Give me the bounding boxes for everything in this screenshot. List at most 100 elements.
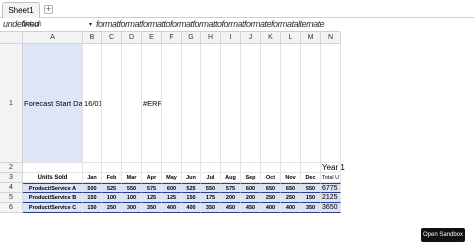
product-value-cell[interactable]: 450 <box>221 203 241 213</box>
product-value-cell[interactable]: 250 <box>281 193 301 203</box>
product-value-cell[interactable]: 400 <box>162 203 182 213</box>
cell-n2[interactable]: Year 1 <box>321 163 345 173</box>
cell-g3[interactable]: Jun <box>182 173 201 183</box>
column-header-c[interactable]: C <box>102 32 122 44</box>
cell-c3[interactable]: Feb <box>102 173 122 183</box>
cell-k3[interactable]: Oct <box>261 173 281 183</box>
row-header[interactable]: 3 <box>0 173 23 183</box>
cell-b1[interactable]: 16/01/ <box>83 44 102 163</box>
cell-h2[interactable] <box>201 163 221 173</box>
column-header-a[interactable]: A <box>23 32 83 44</box>
product-total-cell[interactable]: 2125 <box>321 193 341 203</box>
product-value-cell[interactable]: 575 <box>142 183 162 193</box>
product-value-cell[interactable]: 600 <box>241 183 261 193</box>
product-value-cell[interactable]: 125 <box>162 193 182 203</box>
column-header-i[interactable]: I <box>221 32 241 44</box>
product-value-cell[interactable]: 200 <box>221 193 241 203</box>
cell-m3[interactable]: Dec <box>301 173 321 183</box>
row-header[interactable]: 1 <box>0 44 23 163</box>
product-value-cell[interactable]: 250 <box>102 203 122 213</box>
cell-c2[interactable] <box>102 163 122 173</box>
product-value-cell[interactable]: 250 <box>261 193 281 203</box>
product-value-cell[interactable]: 400 <box>281 203 301 213</box>
column-header-b[interactable]: B <box>83 32 102 44</box>
cell-n1[interactable] <box>321 44 341 163</box>
product-value-cell[interactable]: 550 <box>201 183 221 193</box>
product-value-cell[interactable]: 300 <box>122 203 142 213</box>
format-select[interactable]: Default ▾ <box>22 20 94 30</box>
cell-b3[interactable]: Jan <box>83 173 102 183</box>
cell-h1[interactable] <box>201 44 221 163</box>
add-sheet-button[interactable]: + <box>44 5 53 14</box>
cell-i3[interactable]: Aug <box>221 173 241 183</box>
cell-h3[interactable]: Jul <box>201 173 221 183</box>
cell-f2[interactable] <box>162 163 182 173</box>
open-sandbox-button[interactable]: Open Sandbox <box>421 228 465 242</box>
cell-j2[interactable] <box>241 163 261 173</box>
product-name-cell[interactable]: Product/Service B <box>23 193 83 203</box>
cell-i2[interactable] <box>221 163 241 173</box>
product-value-cell[interactable]: 450 <box>241 203 261 213</box>
cell-a1[interactable]: Forecast Start Date <box>23 44 83 163</box>
product-value-cell[interactable]: 600 <box>162 183 182 193</box>
cell-e3[interactable]: Apr <box>142 173 162 183</box>
row-header[interactable]: 5 <box>0 193 23 203</box>
formula-input[interactable]: formatformatformattoformatformattoformat… <box>96 19 325 29</box>
cell-e2[interactable] <box>142 163 162 173</box>
cell-a2[interactable] <box>23 163 83 173</box>
cell-k2[interactable] <box>261 163 281 173</box>
column-header-f[interactable]: F <box>162 32 182 44</box>
product-value-cell[interactable]: 550 <box>122 183 142 193</box>
column-header-k[interactable]: K <box>261 32 281 44</box>
cell-e1[interactable]: #ERR <box>142 44 162 163</box>
product-value-cell[interactable]: 100 <box>122 193 142 203</box>
product-value-cell[interactable]: 525 <box>102 183 122 193</box>
cell-j1[interactable] <box>241 44 261 163</box>
column-header-e[interactable]: E <box>142 32 162 44</box>
cell-d2[interactable] <box>122 163 142 173</box>
product-value-cell[interactable]: 350 <box>301 203 321 213</box>
product-value-cell[interactable]: 550 <box>301 183 321 193</box>
column-header-d[interactable]: D <box>122 32 142 44</box>
cell-m1[interactable] <box>301 44 321 163</box>
cell-g1[interactable] <box>182 44 201 163</box>
product-value-cell[interactable]: 350 <box>201 203 221 213</box>
sheet-tab-sheet1[interactable]: Sheet1 <box>2 2 40 18</box>
column-header-n[interactable]: N <box>321 32 341 44</box>
cell-d3[interactable]: Mar <box>122 173 142 183</box>
product-name-cell[interactable]: Product/Service C <box>23 203 83 213</box>
product-value-cell[interactable]: 100 <box>102 193 122 203</box>
cell-g2[interactable] <box>182 163 201 173</box>
product-value-cell[interactable]: 400 <box>182 203 201 213</box>
cell-l1[interactable] <box>281 44 301 163</box>
cell-l2[interactable] <box>281 163 301 173</box>
product-value-cell[interactable]: 150 <box>83 193 102 203</box>
product-value-cell[interactable]: 525 <box>182 183 201 193</box>
product-value-cell[interactable]: 500 <box>83 183 102 193</box>
cell-f3[interactable]: May <box>162 173 182 183</box>
product-value-cell[interactable]: 650 <box>281 183 301 193</box>
cell-l3[interactable]: Nov <box>281 173 301 183</box>
row-header[interactable]: 6 <box>0 203 23 213</box>
product-value-cell[interactable]: 400 <box>261 203 281 213</box>
product-value-cell[interactable]: 575 <box>221 183 241 193</box>
cell-m2[interactable] <box>301 163 321 173</box>
product-value-cell[interactable]: 150 <box>182 193 201 203</box>
product-total-cell[interactable]: 6775 <box>321 183 341 193</box>
product-value-cell[interactable]: 150 <box>301 193 321 203</box>
cell-n3[interactable]: Total U <box>321 173 341 183</box>
column-header-j[interactable]: J <box>241 32 261 44</box>
column-header-g[interactable]: G <box>182 32 201 44</box>
column-header-m[interactable]: M <box>301 32 321 44</box>
product-name-cell[interactable]: Product/Service A <box>23 183 83 193</box>
product-value-cell[interactable]: 125 <box>142 193 162 203</box>
product-value-cell[interactable]: 150 <box>83 203 102 213</box>
product-total-cell[interactable]: 3650 <box>321 203 341 213</box>
product-value-cell[interactable]: 175 <box>201 193 221 203</box>
cell-a3[interactable]: Units Sold <box>23 173 83 183</box>
product-value-cell[interactable]: 350 <box>142 203 162 213</box>
cell-b2[interactable] <box>83 163 102 173</box>
cell-f1[interactable] <box>162 44 182 163</box>
cell-i1[interactable] <box>221 44 241 163</box>
product-value-cell[interactable]: 650 <box>261 183 281 193</box>
